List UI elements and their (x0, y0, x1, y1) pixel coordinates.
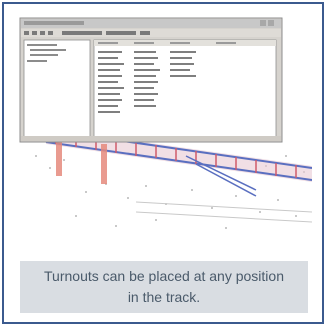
blurred-software-screenshot (16, 16, 312, 242)
caption-box: Turnouts can be placed at any position i… (20, 261, 308, 313)
caption-text: Turnouts can be placed at any position i… (44, 268, 284, 305)
dialog-window (19, 17, 283, 143)
embedded-screenshot (16, 16, 312, 242)
figure-card: Turnouts can be placed at any position i… (2, 2, 324, 324)
